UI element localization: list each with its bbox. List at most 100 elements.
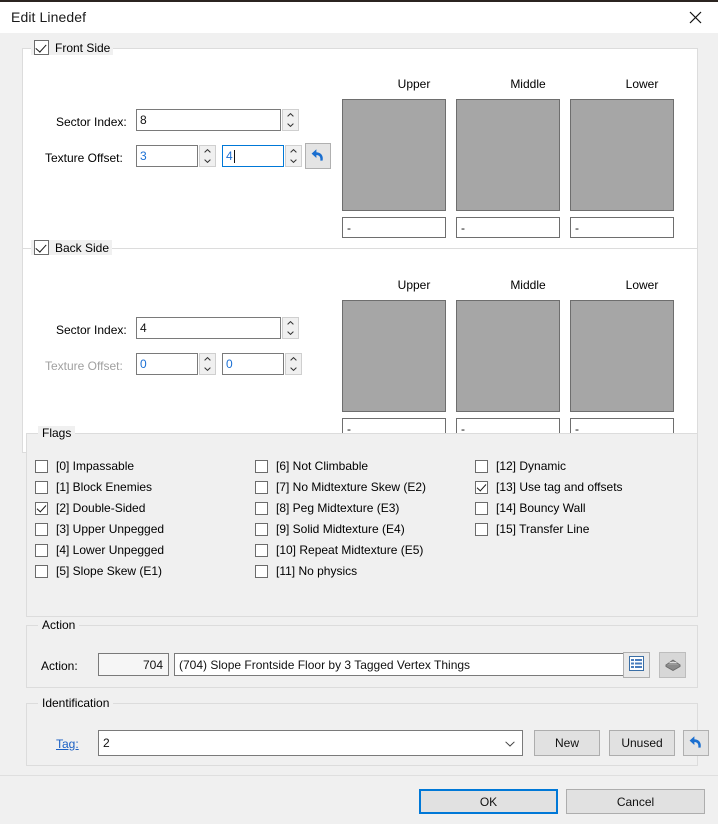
text-caret — [233, 149, 235, 163]
back-lower-texture-preview[interactable] — [570, 300, 674, 412]
front-texture-offset-x-spinner[interactable] — [199, 145, 216, 167]
flag-checkbox-7[interactable]: [7] No Midtexture Skew (E2) — [255, 480, 426, 494]
close-icon[interactable] — [672, 2, 718, 33]
spinner-down-icon[interactable] — [286, 364, 301, 374]
front-upper-texture-preview[interactable] — [342, 99, 446, 211]
flag-label: [6] Not Climbable — [276, 459, 369, 473]
new-tag-button[interactable]: New — [534, 730, 600, 756]
checkbox-box[interactable] — [255, 543, 268, 557]
flag-checkbox-14[interactable]: [14] Bouncy Wall — [475, 501, 586, 515]
back-sector-index-input[interactable]: 4 — [136, 317, 281, 339]
checkbox-box[interactable] — [255, 501, 268, 515]
unused-tag-button[interactable]: Unused — [609, 730, 675, 756]
back-texture-offset-y-value: 0 — [226, 357, 233, 371]
front-sector-index-input[interactable]: 8 — [136, 109, 281, 131]
back-texture-offset-y-input[interactable]: 0 — [222, 353, 284, 375]
dialog-body: Front Side Sector Index: 8 Texture Offse… — [0, 33, 718, 775]
flag-label: [14] Bouncy Wall — [496, 501, 586, 515]
back-upper-texture-preview[interactable] — [342, 300, 446, 412]
front-middle-texture-preview[interactable] — [456, 99, 560, 211]
flag-checkbox-2[interactable]: [2] Double-Sided — [35, 501, 145, 515]
flag-label: [3] Upper Unpegged — [56, 522, 165, 536]
cancel-button[interactable]: Cancel — [566, 789, 705, 814]
back-texture-offset-x-input[interactable]: 0 — [136, 353, 198, 375]
back-texture-offset-x-spinner[interactable] — [199, 353, 216, 375]
action-description-combo[interactable]: (704) Slope Frontside Floor by 3 Tagged … — [174, 653, 643, 676]
spinner-down-icon[interactable] — [283, 120, 298, 130]
action-browse-button[interactable] — [623, 652, 650, 678]
action-description-value: (704) Slope Frontside Floor by 3 Tagged … — [179, 657, 471, 672]
front-texture-offset-y-input[interactable]: 4 — [222, 145, 284, 167]
checkbox-box[interactable] — [255, 564, 268, 578]
spinner-up-icon[interactable] — [200, 354, 215, 364]
flag-label: [9] Solid Midtexture (E4) — [276, 522, 405, 536]
flag-checkbox-15[interactable]: [15] Transfer Line — [475, 522, 589, 536]
spinner-up-icon[interactable] — [286, 146, 301, 156]
revert-arrow-icon — [310, 147, 327, 166]
checkbox-box[interactable] — [35, 459, 48, 473]
front-upper-texture-name[interactable]: - — [342, 217, 446, 238]
spinner-up-icon[interactable] — [286, 354, 301, 364]
back-texture-offset-label: Texture Offset: — [45, 359, 123, 373]
back-texture-offset-x-value: 0 — [140, 357, 147, 371]
front-texture-offset-label: Texture Offset: — [45, 151, 123, 165]
front-side-checkbox[interactable] — [34, 40, 49, 55]
checkbox-box[interactable] — [35, 480, 48, 494]
back-sector-index-spinner[interactable] — [282, 317, 299, 339]
flag-checkbox-1[interactable]: [1] Block Enemies — [35, 480, 152, 494]
checkbox-box[interactable] — [35, 522, 48, 536]
checkbox-box[interactable] — [255, 522, 268, 536]
spinner-down-icon[interactable] — [200, 364, 215, 374]
spinner-down-icon[interactable] — [286, 156, 301, 166]
spinner-down-icon[interactable] — [283, 328, 298, 338]
revert-arrow-icon — [688, 734, 705, 753]
flag-checkbox-10[interactable]: [10] Repeat Midtexture (E5) — [255, 543, 423, 557]
flag-checkbox-11[interactable]: [11] No physics — [255, 564, 357, 578]
tag-revert-button[interactable] — [683, 730, 709, 756]
flag-checkbox-0[interactable]: [0] Impassable — [35, 459, 134, 473]
flag-checkbox-4[interactable]: [4] Lower Unpegged — [35, 543, 164, 557]
flag-label: [7] No Midtexture Skew (E2) — [276, 480, 427, 494]
spinner-down-icon[interactable] — [200, 156, 215, 166]
tag-link[interactable]: Tag: — [56, 737, 79, 751]
back-texture-offset-y-spinner[interactable] — [285, 353, 302, 375]
checkbox-box[interactable] — [475, 459, 488, 473]
checkbox-box[interactable] — [35, 564, 48, 578]
front-texture-offset-revert-button[interactable] — [305, 143, 331, 169]
front-texture-offset-y-spinner[interactable] — [285, 145, 302, 167]
spinner-up-icon[interactable] — [283, 318, 298, 328]
spinner-up-icon[interactable] — [200, 146, 215, 156]
flag-checkbox-6[interactable]: [6] Not Climbable — [255, 459, 368, 473]
front-texture-offset-x-input[interactable]: 3 — [136, 145, 198, 167]
back-lower-header: Lower — [625, 278, 659, 292]
checkbox-box[interactable] — [475, 522, 488, 536]
action-number-input[interactable]: 704 — [98, 653, 169, 676]
tag-combo[interactable]: 2 — [98, 730, 523, 756]
dialog-footer: OK Cancel — [0, 775, 718, 824]
back-middle-header: Middle — [510, 278, 546, 292]
checkbox-box[interactable] — [35, 501, 48, 515]
back-side-checkbox[interactable] — [34, 240, 49, 255]
flag-checkbox-12[interactable]: [12] Dynamic — [475, 459, 566, 473]
spinner-up-icon[interactable] — [283, 110, 298, 120]
action-slope-button[interactable] — [659, 652, 686, 678]
flag-checkbox-5[interactable]: [5] Slope Skew (E1) — [35, 564, 162, 578]
checkbox-box[interactable] — [475, 501, 488, 515]
front-lower-texture-name[interactable]: - — [570, 217, 674, 238]
flags-title: Flags — [38, 426, 76, 440]
flag-checkbox-13[interactable]: [13] Use tag and offsets — [475, 480, 623, 494]
flag-checkbox-8[interactable]: [8] Peg Midtexture (E3) — [255, 501, 399, 515]
checkbox-box[interactable] — [35, 543, 48, 557]
front-lower-texture-preview[interactable] — [570, 99, 674, 211]
back-middle-texture-preview[interactable] — [456, 300, 560, 412]
flag-checkbox-3[interactable]: [3] Upper Unpegged — [35, 522, 164, 536]
checkbox-box[interactable] — [475, 480, 488, 494]
front-texture-offset-x-value: 3 — [140, 149, 147, 163]
ok-button[interactable]: OK — [419, 789, 558, 814]
checkbox-box[interactable] — [255, 459, 268, 473]
flag-checkbox-9[interactable]: [9] Solid Midtexture (E4) — [255, 522, 405, 536]
flag-label: [10] Repeat Midtexture (E5) — [276, 543, 424, 557]
front-sector-index-spinner[interactable] — [282, 109, 299, 131]
checkbox-box[interactable] — [255, 480, 268, 494]
front-middle-texture-name[interactable]: - — [456, 217, 560, 238]
